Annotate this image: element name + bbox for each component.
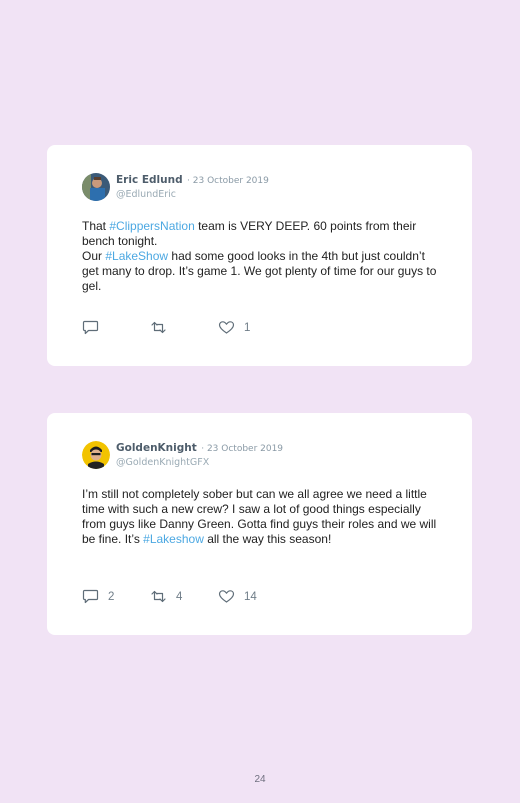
reply-button[interactable]: [82, 320, 150, 335]
retweet-button[interactable]: [150, 320, 218, 335]
tweet-header: Eric Edlund · 23 October 2019 @EdlundEri…: [82, 172, 269, 201]
page-number: 24: [254, 774, 266, 785]
like-icon: [218, 590, 235, 603]
hashtag-link[interactable]: #Lakeshow: [143, 532, 204, 546]
tweet-paragraph: That #ClippersNation team is VERY DEEP. …: [82, 219, 442, 249]
author-name[interactable]: GoldenKnight: [116, 442, 197, 454]
hashtag-link[interactable]: #ClippersNation: [109, 219, 194, 233]
hashtag-link[interactable]: #LakeShow: [105, 249, 168, 263]
tweet-paragraph: I’m still not completely sober but can w…: [82, 487, 442, 547]
like-count: 1: [244, 321, 251, 334]
like-icon: [218, 321, 235, 334]
retweet-count: 4: [176, 590, 183, 603]
tweet-actions: 2 4 14: [82, 589, 286, 604]
like-button[interactable]: 14: [218, 589, 286, 604]
tweet-date: · 23 October 2019: [187, 176, 269, 186]
tweet-actions: 1: [82, 320, 286, 335]
tweet-text-run: That: [82, 219, 110, 233]
reply-button[interactable]: 2: [82, 589, 150, 604]
tweet-card: Eric Edlund · 23 October 2019 @EdlundEri…: [47, 145, 472, 366]
tweet-paragraph: Our #LakeShow had some good looks in the…: [82, 249, 442, 294]
avatar[interactable]: [82, 173, 110, 201]
like-count: 14: [244, 590, 257, 603]
reply-icon: [82, 320, 99, 335]
like-button[interactable]: 1: [218, 320, 286, 335]
retweet-icon: [151, 590, 166, 603]
tweet-header: GoldenKnight · 23 October 2019 @GoldenKn…: [82, 440, 283, 469]
tweet-text-run: Our: [82, 249, 106, 263]
reply-count: 2: [108, 590, 115, 603]
retweet-button[interactable]: 4: [150, 589, 218, 604]
avatar[interactable]: [82, 441, 110, 469]
author-handle[interactable]: @EdlundEric: [116, 188, 269, 201]
tweet-text: That #ClippersNation team is VERY DEEP. …: [82, 219, 442, 294]
reply-icon: [82, 589, 99, 604]
tweet-text: I’m still not completely sober but can w…: [82, 487, 442, 547]
tweet-card: GoldenKnight · 23 October 2019 @GoldenKn…: [47, 413, 472, 635]
retweet-icon: [151, 321, 166, 334]
tweet-date: · 23 October 2019: [201, 444, 284, 454]
author-handle[interactable]: @GoldenKnightGFX: [116, 456, 283, 469]
tweet-text-run: all the way this season!: [203, 532, 332, 546]
author-name[interactable]: Eric Edlund: [116, 174, 183, 186]
